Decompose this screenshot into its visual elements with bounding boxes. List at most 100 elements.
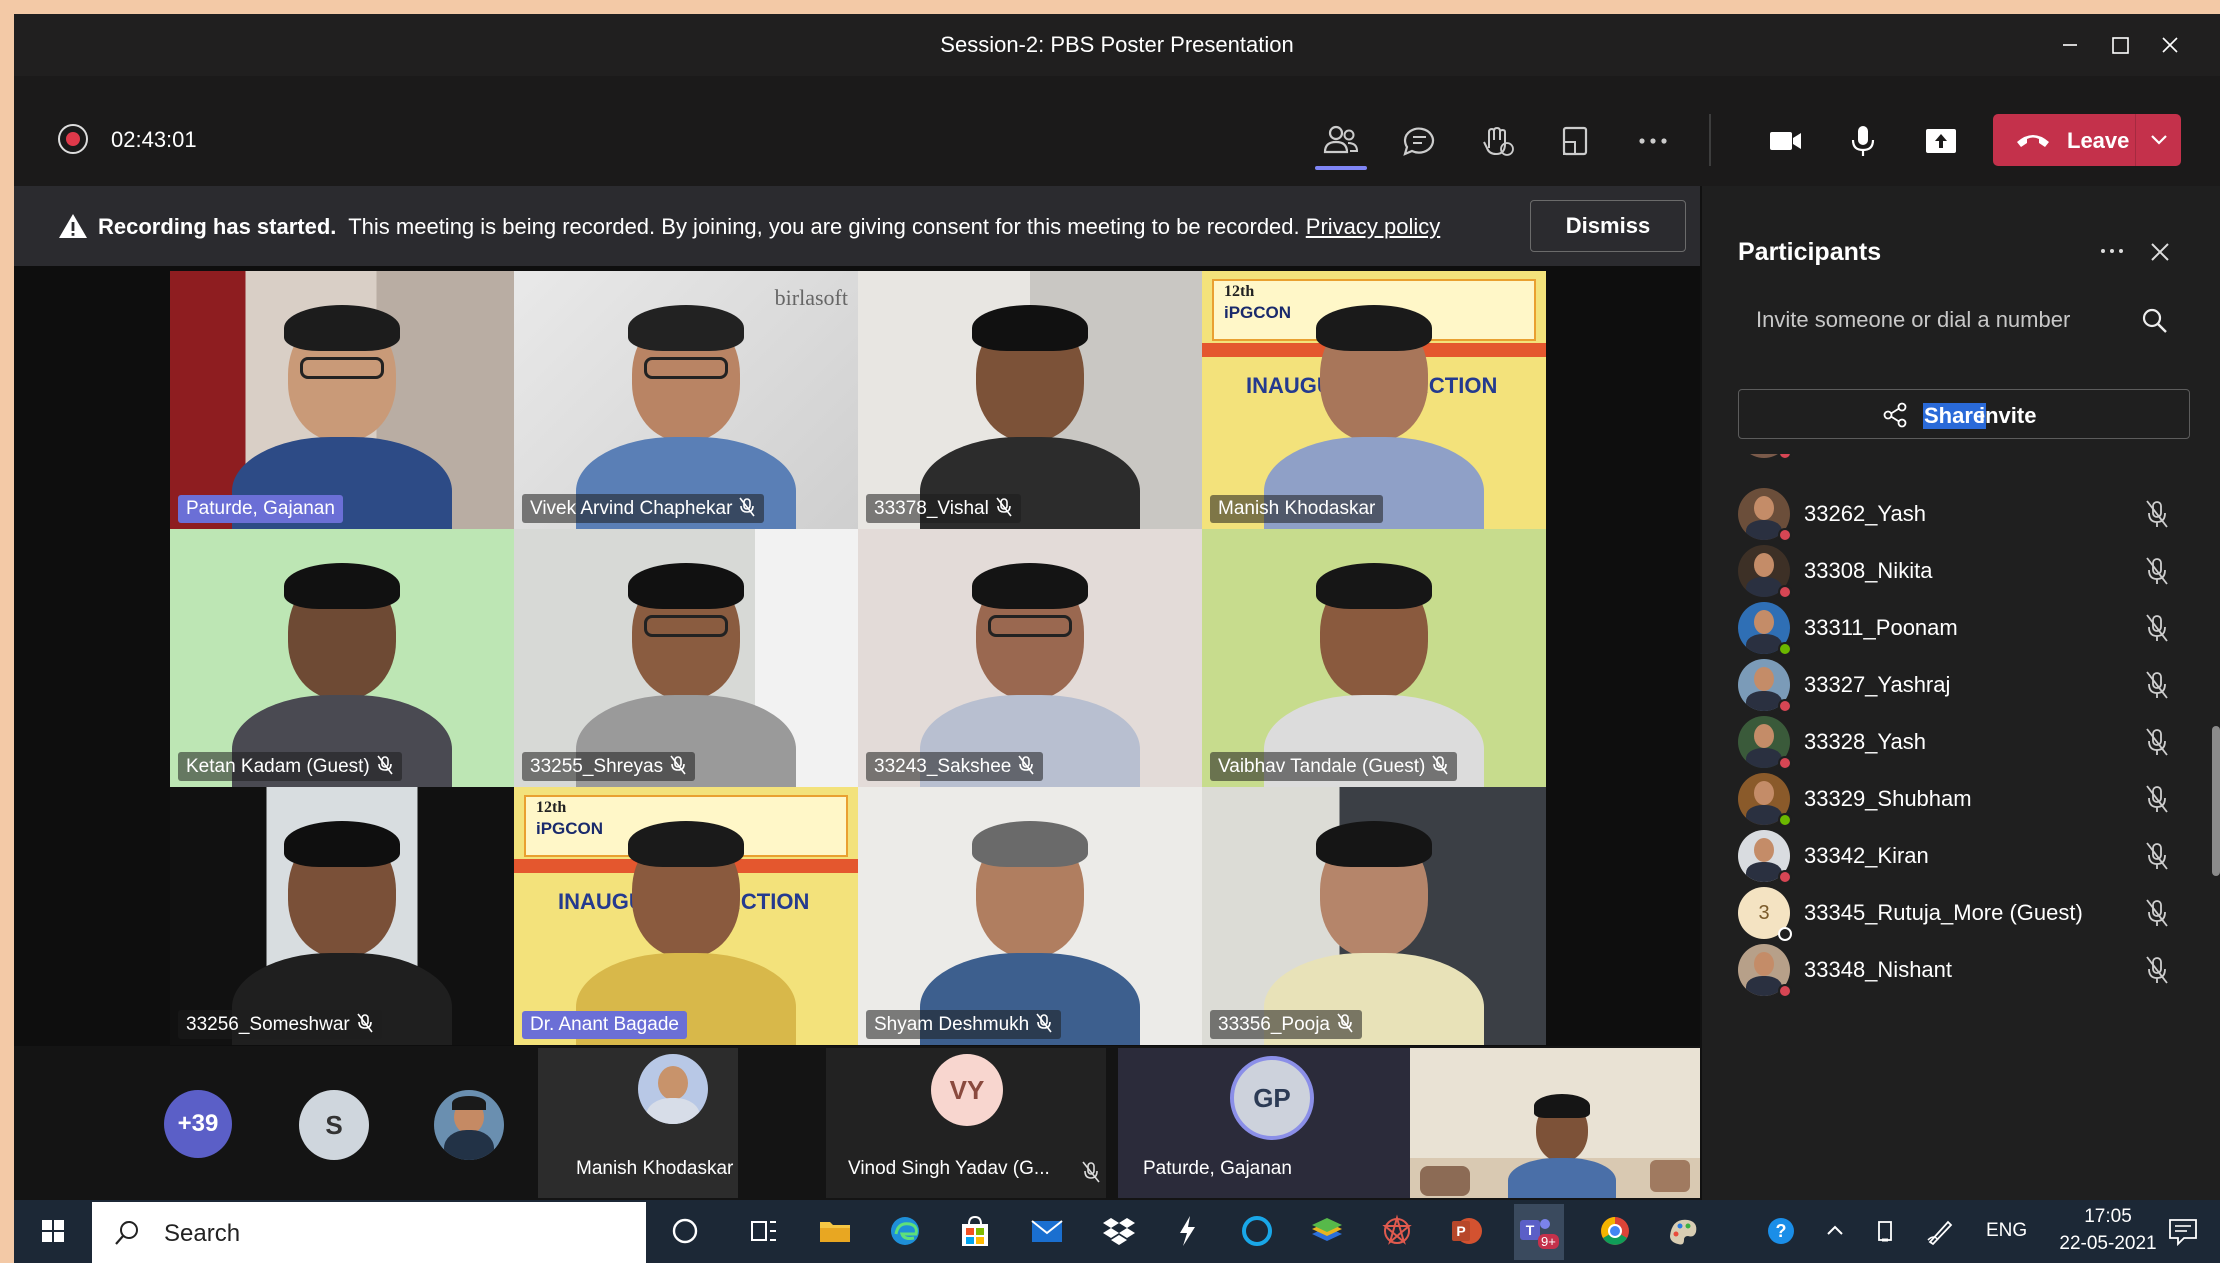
cortana-button[interactable]	[664, 1210, 706, 1252]
powerpoint-button[interactable]: P	[1446, 1210, 1488, 1252]
video-tile[interactable]: 12th iPGCON INAUGURAL FUNCTION Manish Khoda…	[1202, 271, 1546, 529]
privacy-policy-link[interactable]: Privacy policy	[1306, 214, 1440, 239]
title-bar: Session-2: PBS Poster Presentation	[14, 14, 2220, 76]
search-icon[interactable]	[2140, 306, 2170, 336]
clock-time[interactable]: 17:05	[2058, 1206, 2158, 1228]
pen-tray-icon[interactable]	[1920, 1210, 1962, 1252]
invite-input[interactable]	[1738, 296, 2192, 344]
windows-start-button[interactable]	[32, 1210, 74, 1252]
participant-row[interactable]: 33329_Shubham	[1738, 769, 2178, 829]
store-button[interactable]	[954, 1210, 996, 1252]
avatar-s[interactable]: S	[299, 1090, 369, 1160]
muted-mic-icon[interactable]	[2142, 498, 2172, 530]
leave-button[interactable]: Leave	[1993, 114, 2181, 166]
muted-mic-icon[interactable]	[2142, 555, 2172, 587]
participant-row[interactable]: 33348_Nishant	[1738, 940, 2178, 1000]
strip-tile-gajanan[interactable]: GP Paturde, Gajanan	[1118, 1048, 1410, 1198]
video-tile[interactable]: birlasoft Vivek Arvind Chaphekar	[514, 271, 858, 529]
tray-chevron-icon[interactable]	[1814, 1210, 1856, 1252]
edge-button[interactable]	[884, 1210, 926, 1252]
minimize-button[interactable]	[2050, 28, 2090, 62]
layers-app-button[interactable]	[1306, 1210, 1348, 1252]
app-bolt-button[interactable]	[1166, 1210, 1208, 1252]
dismiss-button[interactable]: Dismiss	[1530, 200, 1686, 252]
muted-mic-icon[interactable]	[2142, 954, 2172, 986]
poster-brand: iPGCON	[536, 819, 604, 838]
more-actions-button[interactable]	[1630, 118, 1676, 164]
hang-up-icon	[2017, 135, 2049, 147]
avatar-initials: VY	[931, 1054, 1003, 1126]
help-tray-icon[interactable]: ?	[1760, 1210, 1802, 1252]
maximize-button[interactable]	[2100, 28, 2140, 62]
muted-mic-icon[interactable]	[2142, 612, 2172, 644]
participant-row[interactable]: 33262_Yash	[1738, 484, 2178, 544]
video-tile[interactable]: Shyam Deshmukh	[858, 787, 1202, 1045]
dropbox-button[interactable]	[1098, 1210, 1140, 1252]
chat-button[interactable]	[1396, 118, 1442, 164]
muted-mic-icon[interactable]	[2142, 726, 2172, 758]
muted-mic-icon	[670, 755, 686, 775]
video-tile[interactable]: 33356_Pooja	[1202, 787, 1546, 1045]
participant-row[interactable]: 33327_Yashraj	[1738, 655, 2178, 715]
file-explorer-button[interactable]	[814, 1210, 856, 1252]
video-tile[interactable]: 12th iPGCON INAUGURAL FUNCTION Dr. Anant Ba…	[514, 787, 858, 1045]
overflow-participants-button[interactable]: +39	[164, 1090, 232, 1158]
panel-scrollbar[interactable]	[2212, 726, 2220, 876]
clock-date[interactable]: 22-05-2021	[2044, 1233, 2172, 1255]
video-tile[interactable]: Ketan Kadam (Guest)	[170, 529, 514, 787]
presence-status-icon	[1778, 642, 1792, 656]
participant-row[interactable]: 3 33345_Rutuja_More (Guest)	[1738, 883, 2178, 943]
svg-text:P: P	[1456, 1223, 1465, 1239]
muted-mic-icon[interactable]	[2142, 783, 2172, 815]
video-tile[interactable]: 33378_Vishal	[858, 271, 1202, 529]
notifications-button[interactable]	[2162, 1210, 2204, 1252]
tile-name-label: Vivek Arvind Chaphekar	[522, 494, 765, 523]
close-icon[interactable]	[2142, 234, 2178, 270]
camera-button[interactable]	[1762, 118, 1808, 164]
share-content-button[interactable]	[1918, 118, 1964, 164]
video-tile[interactable]: Paturde, Gajanan	[170, 271, 514, 529]
share-invite-button[interactable]: Share invite	[1738, 389, 2190, 439]
network-tray-icon[interactable]	[1864, 1210, 1906, 1252]
muted-mic-icon[interactable]	[2142, 840, 2172, 872]
chrome-button[interactable]	[1594, 1210, 1636, 1252]
muted-mic-icon[interactable]	[2142, 897, 2172, 929]
strip-tile-manish[interactable]: Manish Khodaskar	[538, 1048, 738, 1198]
avatar-photo[interactable]	[434, 1090, 504, 1160]
self-video-tile[interactable]	[1410, 1048, 1700, 1198]
language-indicator[interactable]: ENG	[1986, 1220, 2027, 1242]
rooms-button[interactable]	[1552, 118, 1598, 164]
presence-status-icon	[1778, 585, 1792, 599]
video-tile[interactable]: 33243_Sakshee	[858, 529, 1202, 787]
mail-button[interactable]	[1026, 1210, 1068, 1252]
microphone-button[interactable]	[1840, 118, 1886, 164]
share-screen-icon	[1926, 129, 1956, 153]
settings-app-button[interactable]	[1376, 1210, 1418, 1252]
video-tile[interactable]: 33255_Shreyas	[514, 529, 858, 787]
panel-more-icon[interactable]	[2092, 234, 2132, 268]
participant-row[interactable]: 33342_Kiran	[1738, 826, 2178, 886]
participant-row[interactable]: 33328_Yash	[1738, 712, 2178, 772]
poster-edition: 12th	[1224, 283, 1255, 300]
reactions-button[interactable]	[1474, 118, 1520, 164]
glasses	[988, 615, 1072, 637]
muted-mic-icon	[996, 497, 1012, 517]
muted-mic-icon	[1018, 755, 1034, 775]
cortana-app-button[interactable]	[1236, 1210, 1278, 1252]
participant-row[interactable]: 33311_Poonam	[1738, 598, 2178, 658]
teams-badge: 9+	[1538, 1234, 1559, 1249]
paint-app-button[interactable]	[1662, 1210, 1704, 1252]
participant-name: 33262_Yash	[1804, 501, 1926, 526]
chevron-down-icon[interactable]	[2145, 126, 2173, 154]
taskbar-search[interactable]: Search	[92, 1202, 646, 1263]
participant-row[interactable]: 33308_Nikita	[1738, 541, 2178, 601]
muted-mic-icon[interactable]	[2142, 669, 2172, 701]
more-icon	[1639, 138, 1667, 144]
teams-button[interactable]: T 9+	[1514, 1204, 1564, 1260]
video-tile[interactable]: Vaibhav Tandale (Guest)	[1202, 529, 1546, 787]
task-view-button[interactable]	[742, 1210, 784, 1252]
video-tile[interactable]: 33256_Someshwar	[170, 787, 514, 1045]
participants-button[interactable]	[1318, 118, 1364, 164]
close-window-button[interactable]	[2150, 28, 2190, 62]
strip-tile-vinod[interactable]: VY Vinod Singh Yadav (G...	[826, 1048, 1106, 1198]
